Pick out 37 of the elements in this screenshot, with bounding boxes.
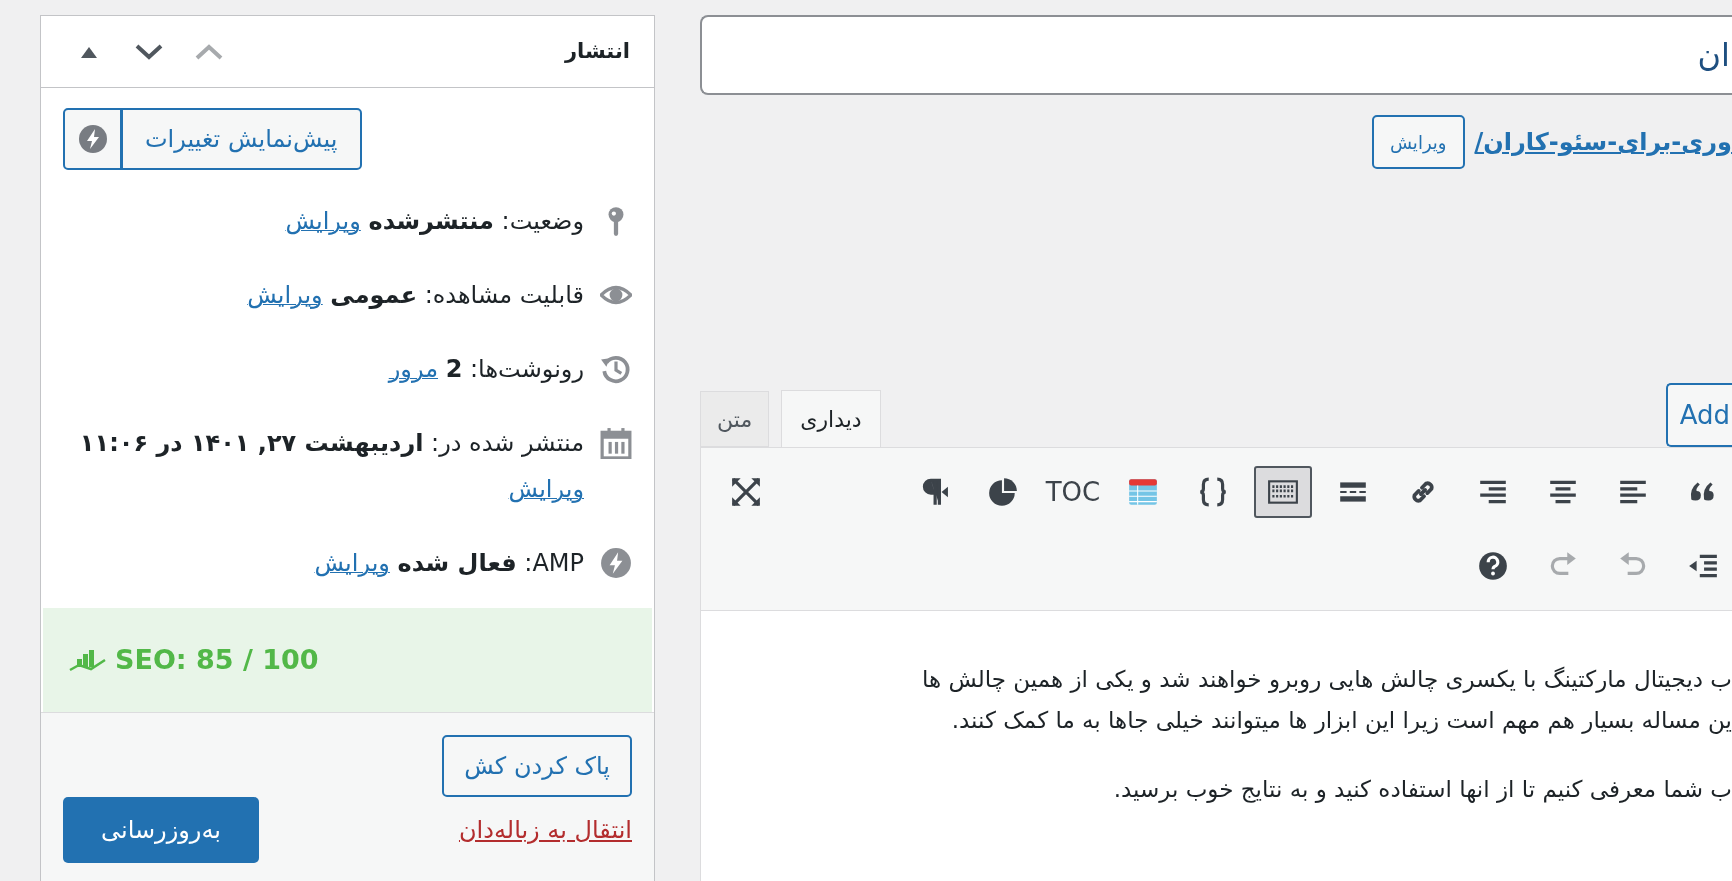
permalink-link[interactable]: وری-برای-سئو-کاران/ (1474, 124, 1732, 160)
calendar-icon (600, 427, 632, 459)
edit-link[interactable]: ویرایش (508, 475, 584, 503)
preview-changes-button[interactable]: پیش‌نمایش تغییرات (63, 108, 362, 170)
table-icon (1127, 476, 1159, 508)
paragraph-text: ب شما معرفی کنیم تا از انها استفاده کنید و به نتایج خوب برسید. (1112, 775, 1732, 805)
purge-cache-button[interactable]: پاک کردن کش (442, 735, 632, 797)
braces-icon (1197, 476, 1229, 508)
edit-link[interactable]: مرور (388, 355, 439, 383)
paragraph-text: ین مساله بسیار هم مهم است زیرا این ابزار ها میتوانند خیلی جاها به ما کمک کنند. (950, 706, 1732, 736)
chart-icon (69, 648, 107, 672)
chevron-down-icon (134, 42, 164, 61)
history-icon (600, 353, 632, 385)
toc-button[interactable]: TOC (1044, 466, 1102, 518)
toolbar-button[interactable] (1254, 466, 1312, 518)
edit-link[interactable]: ویرایش (285, 207, 361, 235)
edit-link[interactable]: ویرایش (314, 549, 390, 577)
meta-text: قابلیت مشاهده: عمومی (330, 281, 584, 309)
meta-text: وضعیت: منتشرشده (368, 207, 584, 235)
edit-link[interactable]: ویرایش (247, 281, 323, 309)
add-button[interactable]: Add (1665, 383, 1732, 447)
paragraph-text: ب دیجیتال مارکتینگ با یکسری چالش هایی روبرو خواهند شد و یکی از همین چالش ها (920, 665, 1732, 695)
lightning-icon (600, 547, 632, 579)
post-title-field[interactable]: ان (700, 15, 1732, 95)
editor-tab[interactable]: متن (700, 391, 770, 447)
panel-title: انتشار (565, 37, 630, 65)
edit-permalink-button[interactable]: ویرایش (1371, 115, 1465, 169)
editor-tab[interactable]: دیداری (781, 390, 881, 448)
trash-link[interactable]: انتقال به زباله‌دان (458, 812, 632, 848)
meta-text: منتشر شده در: اردیبهشت ۲۷, ۱۴۰۱ در ۱۱:۰۶ (79, 429, 584, 457)
fullscreen-icon (730, 476, 762, 508)
pie-chart-icon (987, 476, 1019, 508)
update-button[interactable]: به‌روزرسانی (63, 797, 259, 863)
chevron-up-icon (194, 42, 224, 61)
help-icon (1477, 550, 1509, 582)
lightning-icon (77, 124, 108, 154)
seo-score: SEO: 85 / 100 (115, 642, 319, 677)
